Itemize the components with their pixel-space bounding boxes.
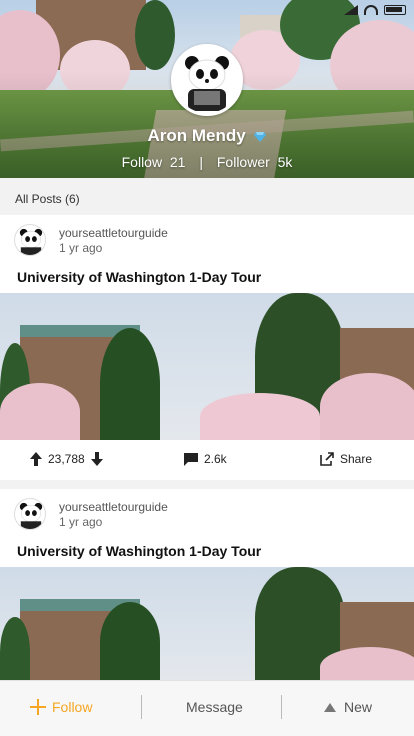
share-label: Share [340,452,373,466]
follow-count[interactable]: 21 [170,154,186,170]
new-button[interactable]: New [322,699,372,715]
arrow-up-icon[interactable] [30,452,42,466]
author-avatar[interactable] [14,498,46,530]
follow-button[interactable]: Follow [30,699,92,715]
post-image[interactable] [0,293,414,440]
status-bar [0,0,414,20]
panda-avatar-icon [19,228,43,255]
new-button-label: New [344,699,373,715]
follow-stats: Follow 21 | Follower 5k [0,154,414,170]
author-avatar[interactable] [14,224,46,256]
post-image[interactable] [0,567,414,680]
profile-header: Aron Mendy Follow 21 | Follower 5k [0,0,414,178]
follow-button-label: Follow [52,699,93,715]
arrow-down-icon[interactable] [90,452,103,466]
post-title[interactable]: University of Washington 1-Day Tour [17,543,261,559]
follow-label[interactable]: Follow [122,154,162,170]
stats-divider: | [199,154,203,170]
post-card[interactable]: yourseattletourguide 1 yr ago University… [0,489,414,680]
panda-avatar-icon [19,502,43,529]
bottom-action-bar: Follow Message New [0,680,414,736]
posts-header: All Posts (6) [15,192,80,206]
panda-avatar-icon [174,47,240,113]
wifi-icon [364,5,378,15]
comment-count: 2.6k [204,452,227,466]
share-icon [320,452,334,466]
post-time: 1 yr ago [59,241,103,255]
plus-icon [30,699,46,715]
post-title[interactable]: University of Washington 1-Day Tour [17,269,261,285]
share-button[interactable]: Share [320,452,372,466]
post-time: 1 yr ago [59,515,103,529]
divider [141,695,142,719]
post-card[interactable]: yourseattletourguide 1 yr ago University… [0,215,414,480]
battery-icon [384,5,406,15]
post-actions: 23,788 2.6k Share [0,440,414,480]
divider [281,695,282,719]
profile-name: Aron Mendy [147,126,246,145]
post-author[interactable]: yourseattletourguide [59,226,168,240]
diamond-icon [254,131,267,142]
comment-icon [184,452,198,466]
signal-icon [344,5,358,15]
comment-button[interactable]: 2.6k [184,452,227,466]
follower-count[interactable]: 5k [278,154,293,170]
profile-avatar[interactable] [171,44,243,116]
message-button-label: Message [186,699,243,715]
cloud-upload-icon [324,703,336,712]
post-author[interactable]: yourseattletourguide [59,500,168,514]
follower-label[interactable]: Follower [217,154,270,170]
vote-count: 23,788 [48,452,85,466]
message-button[interactable]: Message [186,699,243,715]
